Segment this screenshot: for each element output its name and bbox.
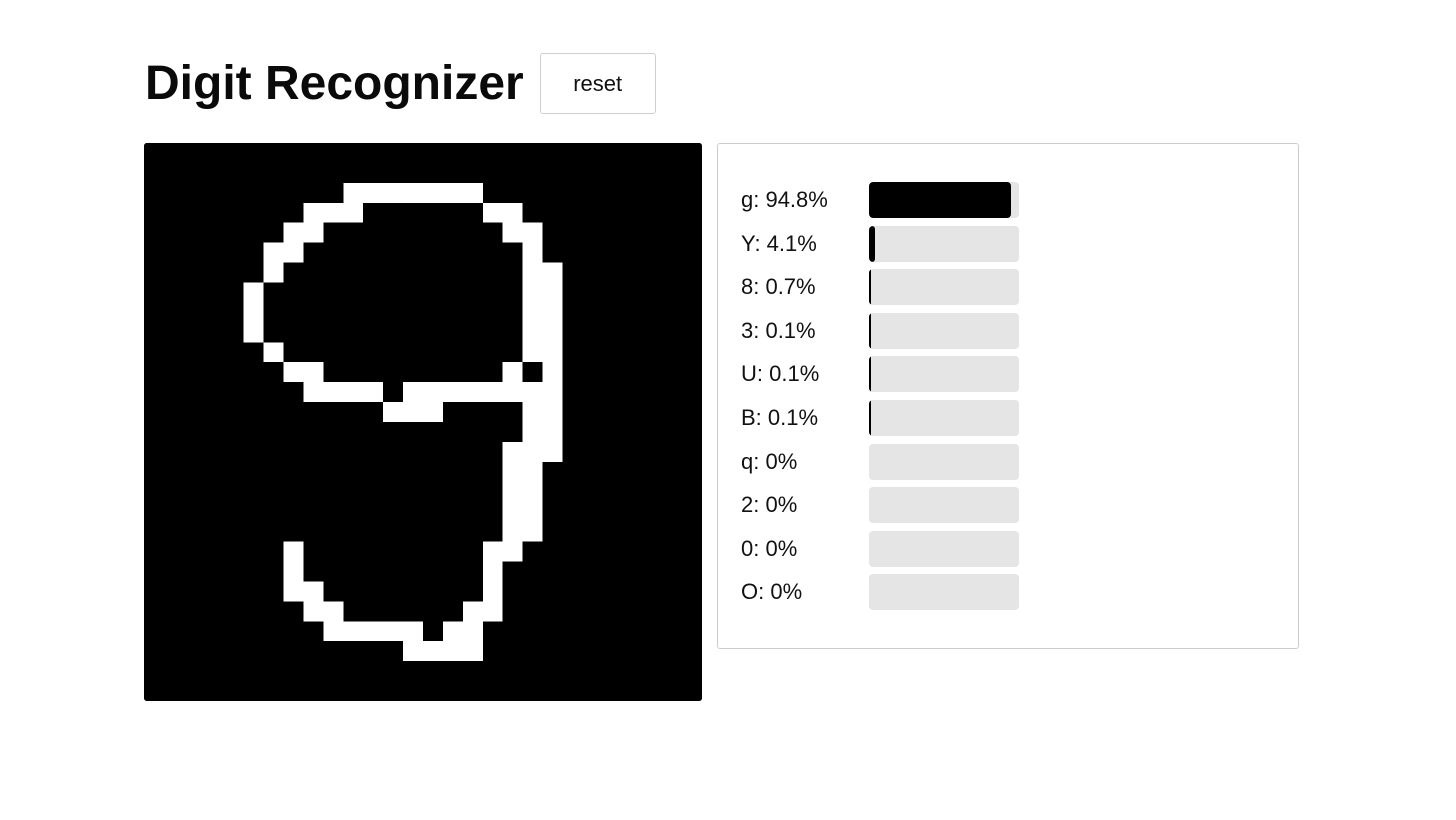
prediction-row: Y: 4.1% xyxy=(741,225,1041,262)
drawn-stroke-pixel xyxy=(283,222,324,243)
drawn-stroke-pixel xyxy=(522,282,543,363)
drawing-canvas[interactable] xyxy=(144,143,702,701)
prediction-row: 8: 0.7% xyxy=(741,269,1041,306)
prediction-bar-track xyxy=(869,400,1019,436)
prediction-bar-track xyxy=(869,312,1019,349)
drawn-stroke-pixel xyxy=(263,262,284,283)
prediction-label: O: 0% xyxy=(741,579,803,605)
drawing-canvas-image xyxy=(144,143,702,701)
drawn-stroke-pixel xyxy=(303,202,364,223)
prediction-label: 8: 0.7% xyxy=(741,274,816,300)
drawn-stroke-pixel xyxy=(263,242,304,263)
prediction-bar-fill xyxy=(869,269,871,306)
drawn-stroke-pixel xyxy=(383,402,443,422)
drawn-stroke-pixel xyxy=(323,621,423,642)
drawn-stroke-pixel xyxy=(462,601,503,622)
prediction-bar-track xyxy=(869,225,1019,262)
prediction-label: 2: 0% xyxy=(741,492,798,518)
reset-button[interactable]: reset xyxy=(539,53,656,114)
drawn-stroke-pixel xyxy=(502,222,543,243)
prediction-row: 2: 0% xyxy=(741,487,1041,524)
drawn-stroke-pixel xyxy=(442,382,523,403)
prediction-label: Y: 4.1% xyxy=(741,230,817,256)
drawn-stroke-pixel xyxy=(403,382,443,403)
prediction-bar-track xyxy=(869,530,1019,567)
predictions-panel: g: 94.8% Y: 4.1% 8: 0.7% 3: 0.1% U: 0.1% B: 0… xyxy=(717,143,1299,649)
drawn-stroke-pixel xyxy=(522,242,543,263)
drawn-stroke-pixel xyxy=(502,362,523,383)
drawn-stroke-pixel xyxy=(283,362,324,383)
prediction-row: U: 0.1% xyxy=(741,356,1041,393)
prediction-bar-track xyxy=(869,487,1019,524)
drawn-stroke-pixel xyxy=(303,382,384,403)
prediction-bar-fill xyxy=(869,225,876,262)
prediction-label: g: 94.8% xyxy=(741,187,828,212)
prediction-label: 0: 0% xyxy=(741,535,798,561)
drawn-stroke-pixel xyxy=(303,601,344,622)
prediction-row: 3: 0.1% xyxy=(741,312,1041,349)
prediction-row: g: 94.8% xyxy=(741,182,1041,218)
prediction-label: 3: 0.1% xyxy=(741,317,816,343)
prediction-bar-track xyxy=(869,356,1019,393)
drawn-stroke-pixel xyxy=(522,262,563,283)
prediction-label: U: 0.1% xyxy=(741,361,820,387)
prediction-bar-fill xyxy=(869,400,871,436)
prediction-bar-fill xyxy=(869,356,871,393)
drawn-stroke-pixel xyxy=(522,382,543,542)
drawn-stroke-pixel xyxy=(502,441,523,562)
prediction-bar-fill xyxy=(869,312,871,349)
drawn-stroke-pixel xyxy=(343,182,483,203)
drawn-stroke-pixel xyxy=(482,541,503,602)
prediction-row: O: 0% xyxy=(741,574,1041,611)
page-title: Digit Recognizer xyxy=(145,56,524,110)
drawn-stroke-pixel xyxy=(243,282,264,343)
drawn-stroke-pixel xyxy=(403,641,483,662)
drawn-stroke-pixel xyxy=(482,202,523,223)
prediction-bar-track xyxy=(869,443,1019,480)
prediction-bar-track xyxy=(869,574,1019,611)
prediction-bar-track xyxy=(869,269,1019,306)
header: Digit Recognizer reset xyxy=(145,53,656,114)
drawn-stroke-pixel xyxy=(283,541,304,602)
prediction-row: q: 0% xyxy=(741,443,1041,480)
prediction-label: q: 0% xyxy=(741,448,798,474)
prediction-bar-fill xyxy=(869,182,1012,218)
drawn-stroke-pixel xyxy=(542,282,563,462)
prediction-row: B: 0.1% xyxy=(741,400,1041,436)
prediction-label: B: 0.1% xyxy=(741,405,819,430)
prediction-bar-track xyxy=(869,182,1019,218)
prediction-row: 0: 0% xyxy=(741,530,1041,567)
drawn-stroke-pixel xyxy=(263,342,284,363)
drawn-stroke-pixel xyxy=(303,581,324,602)
drawn-stroke-pixel xyxy=(442,621,483,642)
